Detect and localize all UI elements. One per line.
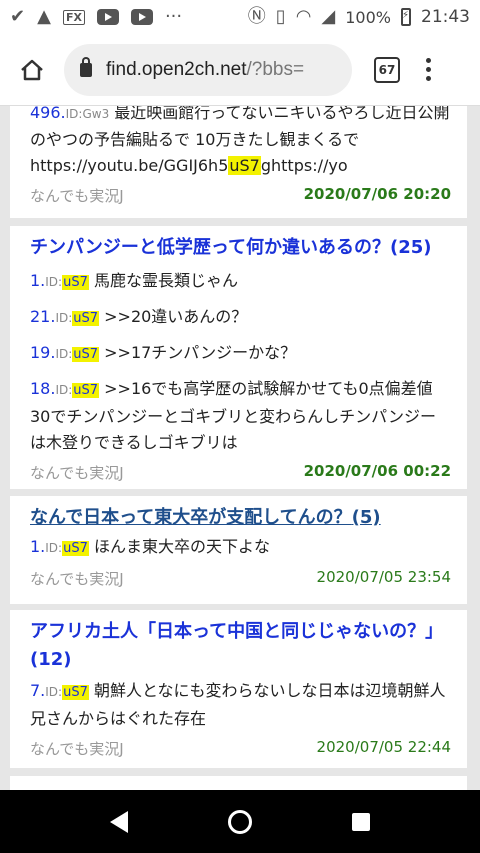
post[interactable]: 7.ID:uS7 朝鮮人となにも変わらないしな日本は辺境朝鮮人兄さんからはぐれた… [30, 678, 451, 732]
tab-switcher-button[interactable]: 67 [374, 56, 400, 83]
card-meta: なんでも実況J 2020/07/06 00:22 [30, 462, 451, 483]
post-id: uS7 [62, 685, 89, 700]
post-id-label: ID: [45, 541, 63, 555]
signal-icon: ◢ [321, 6, 336, 27]
post-date: 2020/07/06 20:20 [303, 185, 451, 203]
home-circle-icon[interactable] [228, 809, 252, 834]
thread-title-link[interactable]: なんで日本って東大卒が支配してんの？(5) [30, 504, 451, 532]
reply-count: (25) [390, 237, 432, 258]
home-button[interactable] [12, 50, 52, 90]
board-name: なんでも実況J [30, 187, 124, 205]
nfc-icon: Ⓝ [247, 6, 266, 27]
post-number[interactable]: 7. [30, 681, 45, 700]
address-bar[interactable]: find.open2ch.net/?bbs= [64, 43, 352, 96]
lock-icon [80, 56, 92, 77]
post-number[interactable]: 19. [30, 343, 55, 362]
post[interactable]: 19.ID:uS7 >>17チンパンジーかな？ [30, 340, 451, 368]
board-name: なんでも実況J [30, 570, 124, 588]
menu-dot-icon [426, 76, 431, 81]
post-text: >>17チンパンジーかな？ [99, 343, 297, 362]
post-id-label: ID: [65, 107, 83, 121]
more-notifications-icon: ··· [164, 6, 183, 27]
post-id: Gw3 [82, 107, 110, 121]
menu-dot-icon [426, 58, 431, 63]
vibrate-icon: ▯ [275, 6, 286, 27]
menu-dot-icon [426, 67, 431, 72]
post-text-tail: ghttps://yo [260, 156, 348, 175]
fx-icon: FX [62, 9, 85, 25]
warning-icon: ▲ [37, 6, 51, 27]
url-host: find.open2ch.net [106, 58, 247, 80]
card-meta: なんでも実況J 2020/07/06 20:20 [30, 185, 451, 206]
post-text: 馬鹿な霊長類じゃん [88, 271, 238, 290]
thread-title: チンパンジーと低学歴って何か違いあるの？ [30, 237, 390, 258]
post-text: >>20違いあんの？ [99, 307, 248, 326]
post-id: uS7 [72, 347, 100, 362]
clock: 21:43 [421, 7, 470, 27]
post-text: 朝鮮人となにも変わらないしな日本は辺境朝鮮人兄さんからはぐれた存在 [30, 681, 446, 728]
browser-toolbar: find.open2ch.net/?bbs= 67 [0, 34, 480, 106]
post[interactable]: 21.ID:uS7 >>20違いあんの？ [30, 304, 451, 332]
thread-title-link[interactable]: チンパンジーと低学歴って何か違いあるの？(25) [30, 234, 451, 262]
result-card: なんで日本って東大卒が支配してんの？(5) 1.ID:uS7 ほんま東大卒の天下… [10, 496, 467, 604]
post[interactable]: 496.ID:Gw3 最近映画館行ってないニキいるやろし近日公開のやつの予告編貼… [30, 106, 451, 179]
thread-title: アフリカ土人「日本って中国と同じじゃないの？」 [30, 621, 444, 642]
post-id: uS7 [62, 275, 89, 290]
post-id: uS7 [72, 383, 100, 398]
post-number[interactable]: 18. [30, 379, 55, 398]
url-text: find.open2ch.net/?bbs= [106, 59, 304, 81]
thread-title: なんで日本って東大卒が支配してんの？ [30, 507, 352, 528]
post-number[interactable]: 1. [30, 537, 45, 556]
post[interactable]: 1.ID:uS7 ほんま東大卒の天下よな [30, 534, 451, 562]
board-name: なんでも実況J [30, 464, 124, 482]
result-card: チンパンジーと低学歴って何か違いあるの？(25) 1.ID:uS7 馬鹿な霊長類… [10, 226, 467, 489]
post-number[interactable]: 1. [30, 271, 45, 290]
result-card: 496.ID:Gw3 最近映画館行ってないニキいるやろし近日公開のやつの予告編貼… [10, 106, 467, 218]
post-text: ほんま東大卒の天下よな [88, 537, 270, 556]
overflow-menu-button[interactable] [426, 58, 431, 81]
card-meta: なんでも実況J 2020/07/05 23:54 [30, 568, 451, 589]
post[interactable]: 1.ID:uS7 馬鹿な霊長類じゃん [30, 268, 451, 296]
post-number[interactable]: 21. [30, 307, 55, 326]
post-date: 2020/07/06 00:22 [303, 462, 451, 480]
system-navigation-bar [0, 790, 480, 853]
post-id-label: ID: [55, 311, 73, 325]
battery-icon [401, 8, 411, 26]
post-id-label: ID: [45, 275, 63, 289]
youtube-icon [96, 9, 119, 25]
wifi-icon: ◠ [295, 6, 312, 27]
status-bar: ✔ ▲ FX ··· Ⓝ ▯ ◠ ◢ 100% 21:43 [0, 0, 480, 34]
search-results: 496.ID:Gw3 最近映画館行ってないニキいるやろし近日公開のやつの予告編貼… [0, 106, 480, 790]
post-number[interactable]: 496. [30, 106, 66, 122]
recent-apps-icon[interactable] [352, 812, 370, 831]
thread-title-link[interactable]: アフリカ土人「日本って中国と同じじゃないの？」 (12) [30, 618, 451, 674]
post-id-label: ID: [45, 685, 63, 699]
result-card: アフリカ土人「日本って中国と同じじゃないの？」 (12) 7.ID:uS7 朝鮮人… [10, 610, 467, 768]
post-id: uS7 [62, 541, 89, 556]
post-id-label: ID: [55, 347, 73, 361]
reply-count: (12) [30, 649, 72, 670]
highlight: uS7 [228, 156, 261, 175]
post-date: 2020/07/05 22:44 [316, 738, 451, 756]
battery-percent: 100% [345, 7, 391, 27]
post-id-label: ID: [55, 383, 73, 397]
home-icon [21, 59, 43, 80]
post[interactable]: 18.ID:uS7 >>16でも高学歴の試験解かせても0点偏差値30でチンパンジ… [30, 376, 451, 456]
post-id: uS7 [72, 311, 100, 326]
result-card [10, 776, 467, 790]
card-meta: なんでも実況J 2020/07/05 22:44 [30, 738, 451, 759]
youtube-icon [130, 9, 153, 25]
reply-count: (5) [351, 507, 381, 528]
board-name: なんでも実況J [30, 740, 124, 758]
url-path: /?bbs= [246, 58, 305, 80]
back-icon[interactable] [110, 810, 128, 833]
post-date: 2020/07/05 23:54 [316, 568, 451, 586]
check-icon: ✔ [10, 6, 26, 27]
